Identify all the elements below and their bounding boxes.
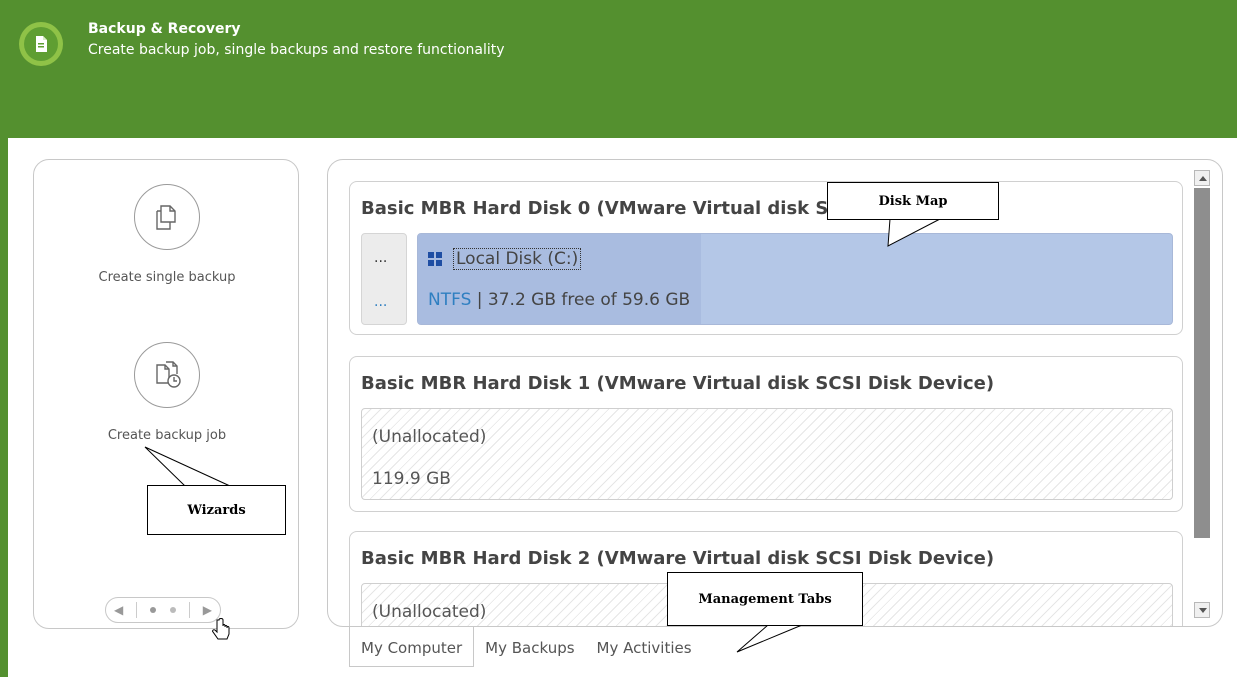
callout-pointers xyxy=(144,218,941,653)
management-tabs-pointer xyxy=(736,624,803,653)
hand-cursor-icon xyxy=(212,618,230,640)
callout-disk-map: Disk Map xyxy=(827,182,999,220)
wizards-pointer xyxy=(144,446,231,487)
disk-map-pointer xyxy=(887,218,941,247)
callout-wizards: Wizards xyxy=(147,485,286,535)
callout-management-tabs: Management Tabs xyxy=(667,572,863,626)
